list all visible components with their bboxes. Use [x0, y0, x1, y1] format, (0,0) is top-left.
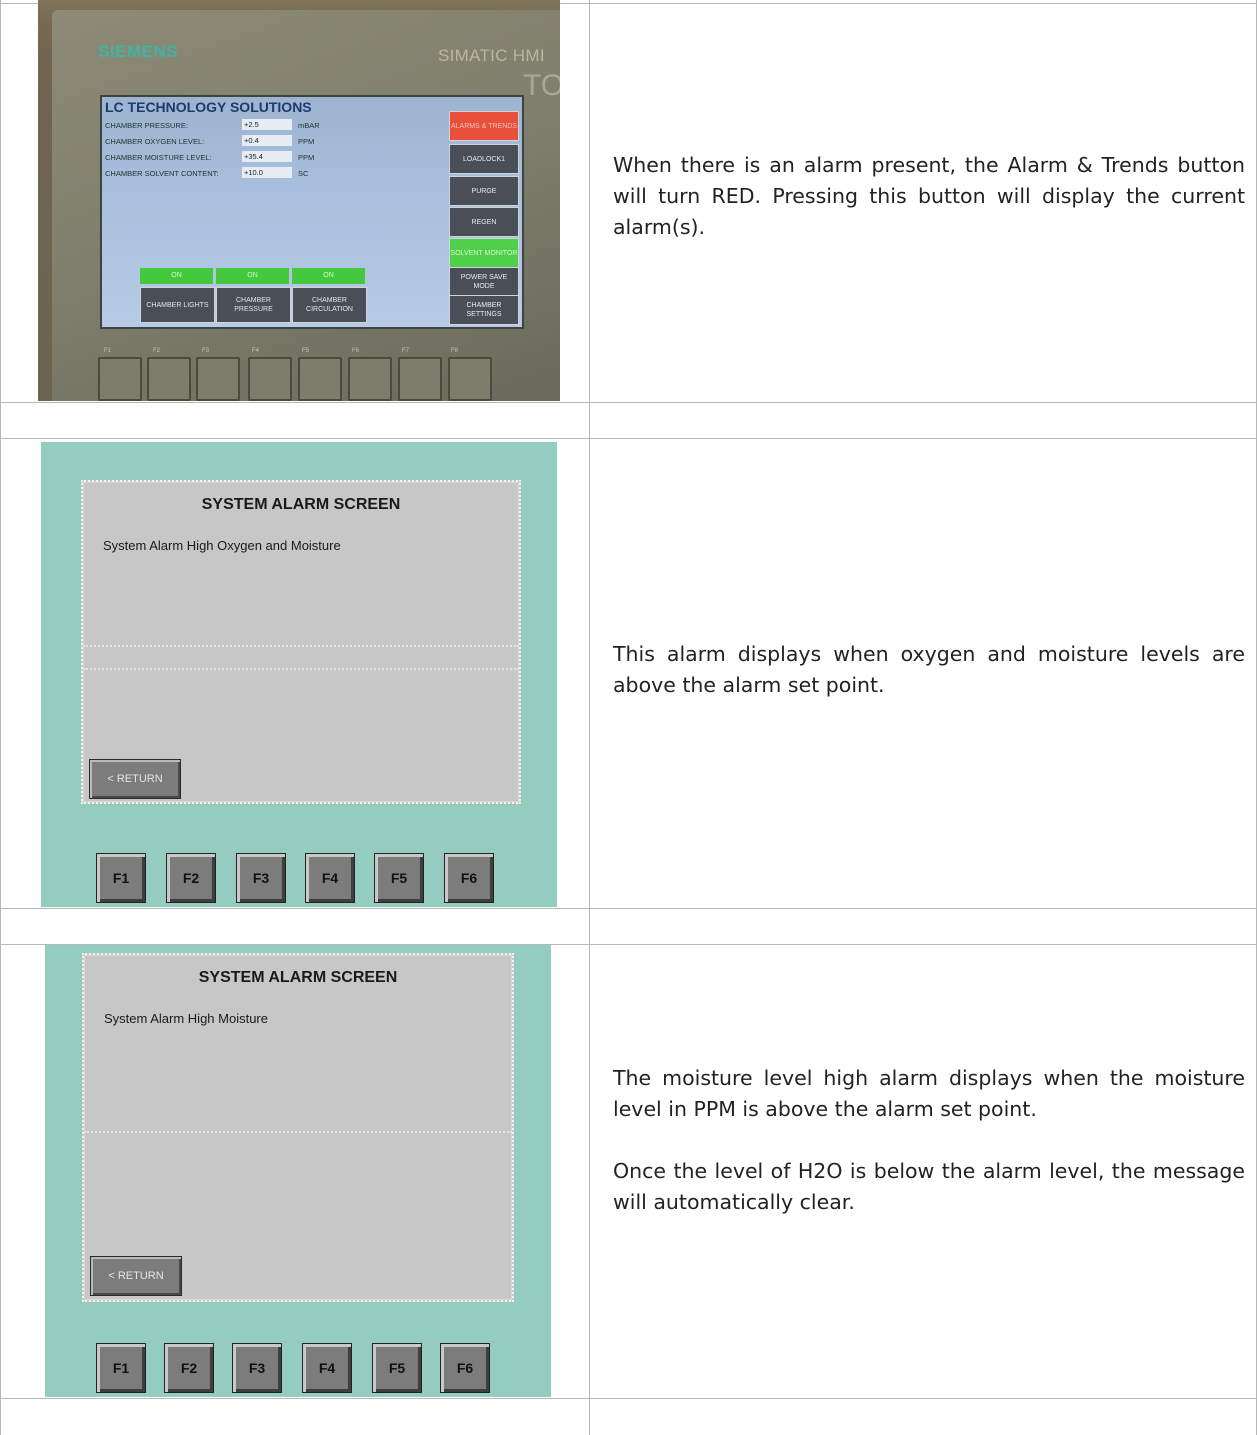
fkey-label: F6 [352, 348, 360, 354]
function-key [98, 357, 142, 401]
table-row-divider [0, 908, 1257, 909]
f5-key: F5 [372, 1343, 422, 1393]
f3-key: F3 [236, 853, 286, 903]
fkey-label: F7 [402, 348, 410, 354]
reading-value: +10.0 [242, 167, 292, 178]
f4-key: F4 [302, 1343, 352, 1393]
table-row-divider [0, 1398, 1257, 1399]
row2-description: This alarm displays when oxygen and mois… [613, 639, 1245, 701]
on-indicator: ON [216, 268, 289, 284]
alarm-panel-moisture: SYSTEM ALARM SCREEN System Alarm High Mo… [45, 945, 551, 1397]
function-key [196, 357, 240, 401]
chamber-settings-button: CHAMBER SETTINGS [449, 295, 519, 325]
chamber-pressure-button: CHAMBER PRESSURE [216, 287, 291, 323]
dotted-separator [83, 645, 519, 647]
description-text: Once the level of H2O is below the alarm… [613, 1159, 1245, 1214]
function-key [448, 357, 492, 401]
table-row-divider [0, 402, 1257, 403]
reading-unit: PPM [298, 137, 315, 146]
power-save-button: POWER SAVE MODE [449, 267, 519, 297]
fkey-label: F8 [451, 348, 459, 354]
reading-value: +35.4 [242, 151, 292, 162]
touch-label: TOUCH [523, 69, 560, 102]
brand-logo: SIEMENS [98, 42, 179, 61]
fkey-label: F4 [252, 348, 260, 354]
return-button: < RETURN [90, 1256, 182, 1296]
f1-key: F1 [96, 1343, 146, 1393]
description-text: This alarm displays when oxygen and mois… [613, 642, 1245, 697]
f4-key: F4 [305, 853, 355, 903]
chamber-lights-button: CHAMBER LIGHTS [140, 287, 215, 323]
alarm-screen: SYSTEM ALARM SCREEN System Alarm High Ox… [81, 480, 521, 804]
on-indicator: ON [292, 268, 365, 284]
function-key [348, 357, 392, 401]
f5-key: F5 [374, 853, 424, 903]
reading-value: +0.4 [242, 135, 292, 146]
table-border-left [0, 0, 1, 1435]
regen-button: REGEN [449, 207, 519, 237]
fkey-label: F5 [302, 348, 310, 354]
function-key [298, 357, 342, 401]
dotted-separator [83, 668, 519, 670]
table-row-divider [0, 438, 1257, 439]
alarm-screen-title: SYSTEM ALARM SCREEN [198, 969, 398, 986]
alarm-screen: SYSTEM ALARM SCREEN System Alarm High Mo… [82, 953, 514, 1302]
reading-value: +2.5 [242, 119, 292, 130]
on-indicator: ON [140, 268, 213, 284]
table-column-divider [589, 0, 590, 1435]
chamber-circulation-button: CHAMBER CIRCULATION [292, 287, 367, 323]
f6-key: F6 [444, 853, 494, 903]
alarms-trends-button: ALARMS & TRENDS [449, 111, 519, 141]
hmi-screen: LC TECHNOLOGY SOLUTIONS CHAMBER PRESSURE… [100, 95, 524, 329]
fkey-label: F3 [202, 348, 210, 354]
hmi-photo: SIEMENS SIMATIC HMI TOUCH LC TECHNOLOGY … [38, 0, 560, 401]
reading-label: CHAMBER SOLVENT CONTENT: [105, 169, 219, 178]
row1-description: When there is an alarm present, the Alar… [613, 150, 1245, 243]
return-button: < RETURN [89, 759, 181, 799]
dotted-separator [84, 1131, 512, 1133]
function-key [248, 357, 292, 401]
f2-key: F2 [164, 1343, 214, 1393]
reading-unit: mBAR [298, 121, 320, 130]
loadlock-button: LOADLOCK1 [449, 144, 519, 174]
description-text: When there is an alarm present, the Alar… [613, 153, 1245, 239]
row3-description: The moisture level high alarm displays w… [613, 1063, 1245, 1218]
reading-label: CHAMBER OXYGEN LEVEL: [105, 137, 205, 146]
alarm-screen-title: SYSTEM ALARM SCREEN [201, 496, 401, 513]
reading-unit: SC [298, 169, 309, 178]
f1-key: F1 [96, 853, 146, 903]
fkey-label: F2 [153, 348, 161, 354]
purge-button: PURGE [449, 176, 519, 206]
reading-label: CHAMBER PRESSURE: [105, 121, 188, 130]
reading-unit: PPM [298, 153, 315, 162]
f3-key: F3 [232, 1343, 282, 1393]
f6-key: F6 [440, 1343, 490, 1393]
function-key [147, 357, 191, 401]
alarm-panel-oxygen-moisture: SYSTEM ALARM SCREEN System Alarm High Ox… [41, 442, 557, 907]
model-label: SIMATIC HMI [438, 46, 545, 65]
alarm-message: System Alarm High Oxygen and Moisture [103, 538, 341, 553]
reading-label: CHAMBER MOISTURE LEVEL: [105, 153, 212, 162]
f2-key: F2 [166, 853, 216, 903]
function-key [398, 357, 442, 401]
alarm-message: System Alarm High Moisture [104, 1011, 268, 1026]
fkey-label: F1 [104, 348, 112, 354]
description-text: The moisture level high alarm displays w… [613, 1066, 1245, 1121]
solvent-monitor-button: SOLVENT MONITOR [449, 238, 519, 268]
screen-title: LC TECHNOLOGY SOLUTIONS [105, 99, 312, 115]
